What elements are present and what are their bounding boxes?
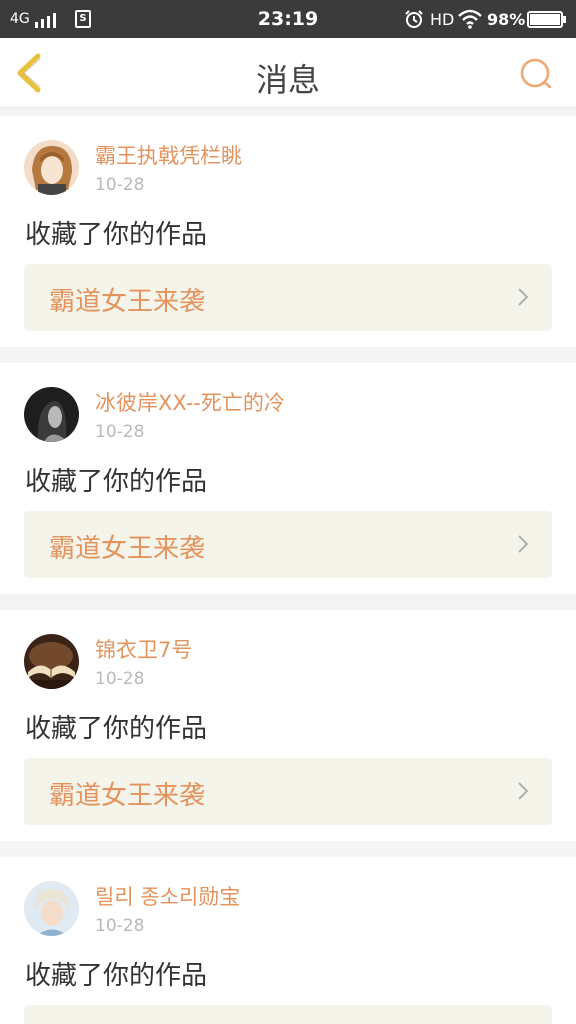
- message-date: 10-28: [95, 916, 145, 936]
- status-bar: 4G S 23:19 HD 98%: [0, 0, 576, 38]
- work-title: 霸道女王来袭: [49, 534, 206, 564]
- hd-indicator: HD: [430, 10, 455, 29]
- work-title: 霸道女王来袭: [49, 781, 206, 811]
- message-card: 霸王执戟凭栏眺 10-28 收藏了你的作品 霸道女王来袭: [0, 116, 576, 347]
- message-date: 10-28: [95, 175, 145, 195]
- chevron-right-icon: [518, 288, 529, 306]
- message-card: 锦衣卫7号 10-28 收藏了你的作品 霸道女王来袭: [0, 610, 576, 841]
- username[interactable]: 锦衣卫7号: [95, 634, 192, 664]
- avatar[interactable]: [24, 881, 79, 936]
- avatar[interactable]: [24, 140, 79, 195]
- work-link[interactable]: 霸道女王来袭: [24, 758, 552, 825]
- alarm-icon: [405, 10, 423, 28]
- work-link[interactable]: 霸道女王来袭: [24, 264, 552, 331]
- message-action: 收藏了你的作品: [25, 961, 208, 991]
- battery-percent: 98%: [487, 10, 526, 29]
- username[interactable]: 冰彼岸XX--死亡的冷: [95, 387, 285, 417]
- wifi-icon: [458, 9, 482, 29]
- page-title: 消息: [255, 61, 320, 99]
- message-action: 收藏了你的作品: [25, 220, 208, 250]
- chevron-right-icon: [518, 782, 529, 800]
- username[interactable]: 릴리 종소리勋宝: [95, 881, 240, 911]
- avatar[interactable]: [24, 634, 79, 689]
- search-button[interactable]: [518, 56, 554, 92]
- message-action: 收藏了你的作品: [25, 467, 208, 497]
- message-date: 10-28: [95, 422, 145, 442]
- battery-icon: [527, 11, 566, 28]
- message-card: 冰彼岸XX--死亡的冷 10-28 收藏了你的作品 霸道女王来袭: [0, 363, 576, 594]
- work-link[interactable]: 霸道女王来袭: [24, 511, 552, 578]
- username[interactable]: 霸王执戟凭栏眺: [95, 140, 242, 170]
- work-link[interactable]: [24, 1005, 552, 1024]
- app-header: 消息: [0, 38, 576, 108]
- message-card: 릴리 종소리勋宝 10-28 收藏了你的作品: [0, 857, 576, 1024]
- work-title: 霸道女王来袭: [49, 287, 206, 317]
- message-action: 收藏了你的作品: [25, 714, 208, 744]
- chevron-right-icon: [518, 535, 529, 553]
- avatar[interactable]: [24, 387, 79, 442]
- message-date: 10-28: [95, 669, 145, 689]
